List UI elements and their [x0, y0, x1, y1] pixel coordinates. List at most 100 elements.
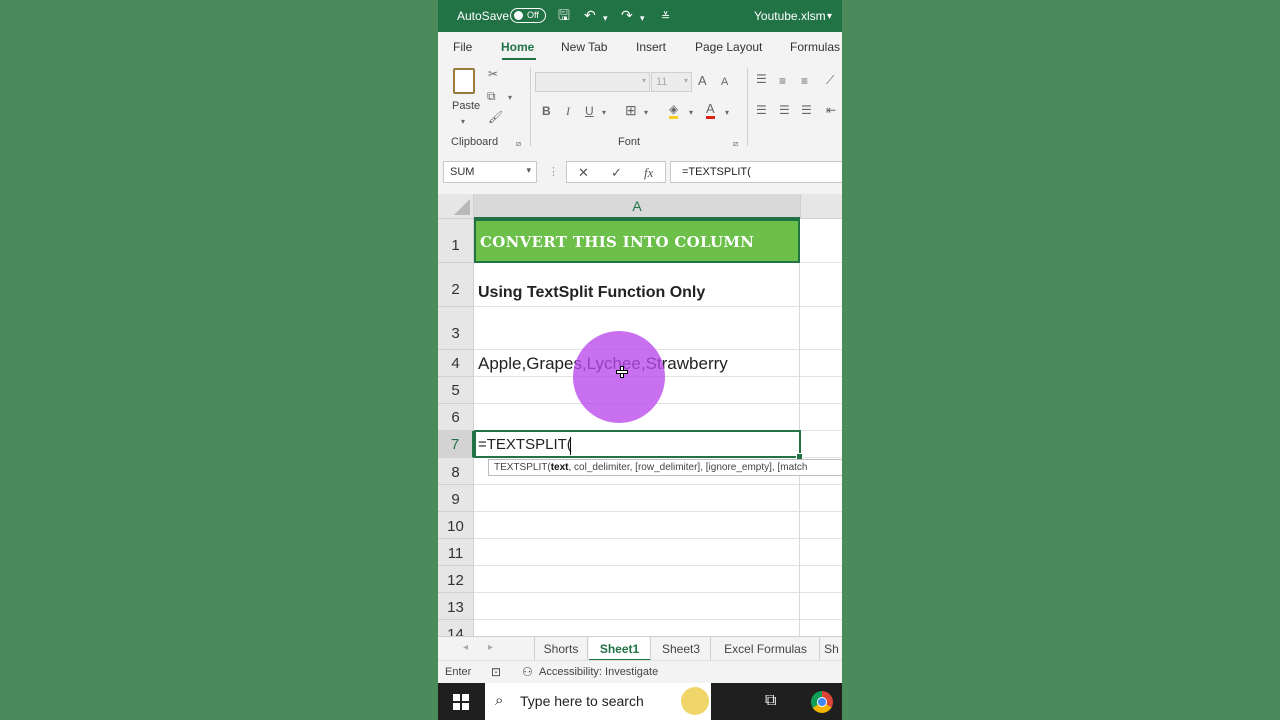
sheet-tab-shorts[interactable]: Shorts	[534, 637, 588, 661]
grow-font-icon[interactable]: A	[698, 74, 707, 88]
redo-dropdown-icon[interactable]: ▾	[640, 10, 645, 26]
search-icon: ⌕	[495, 692, 504, 709]
align-bottom-icon[interactable]: ≡	[801, 74, 808, 88]
toggle-knob	[514, 11, 523, 20]
font-color-dropdown-icon[interactable]: ▾	[725, 106, 729, 120]
tab-file[interactable]: File	[453, 40, 472, 54]
undo-icon[interactable]: ↶	[584, 7, 596, 23]
customize-toolbar-icon[interactable]: ≚	[661, 9, 670, 25]
align-top-icon[interactable]: ☰	[756, 72, 767, 86]
taskbar-search[interactable]: ⌕ Type here to search	[485, 683, 711, 720]
ribbon-home: Paste ▾ ✂ ⧉ ▾ 🖌 Clipboard ⧄ ▾ 11 ▾ A A B…	[438, 62, 842, 151]
font-color-icon[interactable]: A	[706, 102, 715, 119]
column-header-b[interactable]	[800, 194, 842, 219]
format-painter-icon[interactable]: 🖌	[488, 110, 503, 124]
formula-input[interactable]: =TEXTSPLIT(	[670, 161, 842, 183]
cancel-icon[interactable]: ✕	[578, 165, 589, 181]
font-launcher-icon[interactable]: ⧄	[733, 137, 738, 151]
row-header-2[interactable]: 2	[438, 263, 474, 307]
sheet-tab-partial[interactable]: Sh	[821, 637, 842, 661]
row-header-5[interactable]: 5	[438, 377, 474, 404]
tab-page-layout[interactable]: Page Layout	[695, 40, 762, 54]
align-right-icon[interactable]: ☰	[801, 103, 812, 117]
redo-icon[interactable]: ↷	[621, 7, 633, 23]
borders-dropdown-icon[interactable]: ▾	[644, 106, 648, 120]
column-header-a[interactable]: A	[474, 194, 800, 219]
bold-button[interactable]: B	[542, 104, 551, 118]
sheet-tab-sheet1[interactable]: Sheet1	[589, 637, 651, 661]
chrome-icon[interactable]	[811, 691, 833, 713]
underline-button[interactable]: U	[585, 104, 594, 118]
orientation-icon[interactable]: ⟋	[826, 73, 834, 87]
clipboard-launcher-icon[interactable]: ⧄	[516, 137, 521, 151]
autosave-label: AutoSave	[457, 9, 510, 23]
row-header-13[interactable]: 13	[438, 593, 474, 620]
cell-a2[interactable]: Using TextSplit Function Only	[478, 284, 705, 302]
italic-button[interactable]: I	[566, 104, 570, 118]
decrease-indent-icon[interactable]: ⇤	[826, 103, 836, 117]
cell-a1[interactable]: CONVERT THIS INTO COLUMN	[474, 219, 800, 263]
row-header-1[interactable]: 1	[438, 219, 474, 263]
copy-icon[interactable]: ⧉	[487, 89, 496, 103]
font-size-box[interactable]: 11 ▾	[651, 72, 692, 92]
row-header-10[interactable]: 10	[438, 512, 474, 539]
macro-record-icon[interactable]: ⊡	[491, 665, 501, 679]
row-gridline	[474, 511, 842, 512]
row-header-12[interactable]: 12	[438, 566, 474, 593]
row-header-6[interactable]: 6	[438, 404, 474, 431]
row-header-4[interactable]: 4	[438, 350, 474, 377]
autosave-toggle[interactable]: Off	[510, 8, 546, 23]
select-all-triangle-icon	[454, 199, 470, 215]
font-name-box[interactable]: ▾	[535, 72, 650, 92]
font-group-label: Font	[618, 136, 641, 148]
underline-dropdown-icon[interactable]: ▾	[602, 106, 606, 120]
tab-new-tab[interactable]: New Tab	[561, 40, 607, 54]
excel-window: AutoSave Off 🖫 ↶ ▾ ↷ ▾ ≚ Youtube.xlsm ▾ …	[438, 0, 842, 720]
scroll-tabs-left-icon[interactable]: ◂	[463, 642, 468, 653]
borders-icon[interactable]: ⊞	[625, 103, 637, 117]
row-header-14[interactable]: 14	[438, 620, 474, 636]
sheet-tab-excel-formulas[interactable]: Excel Formulas	[712, 637, 820, 661]
row-header-8[interactable]: 8	[438, 458, 474, 485]
autosave-state: Off	[527, 10, 539, 20]
copy-dropdown-icon[interactable]: ▾	[508, 91, 512, 105]
formula-bar-grip-icon[interactable]: ⋮	[548, 165, 559, 178]
save-icon[interactable]: 🖫	[558, 7, 570, 23]
search-placeholder: Type here to search	[520, 693, 644, 709]
align-left-icon[interactable]: ☰	[756, 103, 767, 117]
tab-insert[interactable]: Insert	[636, 40, 666, 54]
row-gridline	[474, 565, 842, 566]
cell-cursor-icon	[616, 366, 628, 378]
fill-color-dropdown-icon[interactable]: ▾	[689, 106, 693, 120]
chevron-down-icon[interactable]: ▾	[827, 9, 832, 25]
row-header-9[interactable]: 9	[438, 485, 474, 512]
row-header-7[interactable]: 7	[438, 431, 474, 458]
function-tooltip[interactable]: TEXTSPLIT(text, col_delimiter, [row_deli…	[488, 459, 842, 476]
align-middle-icon[interactable]: ≡	[779, 74, 786, 88]
accessibility-status[interactable]: Accessibility: Investigate	[539, 666, 658, 678]
undo-dropdown-icon[interactable]: ▾	[603, 10, 608, 26]
sheet-tab-sheet3[interactable]: Sheet3	[652, 637, 711, 661]
row-gridline	[474, 306, 842, 307]
enter-icon[interactable]: ✓	[611, 165, 622, 181]
align-center-icon[interactable]: ☰	[779, 103, 790, 117]
select-all-corner[interactable]	[438, 194, 474, 219]
fill-color-icon[interactable]: ◈	[669, 102, 679, 119]
tab-home[interactable]: Home	[501, 40, 534, 54]
paste-button[interactable]: Paste ▾	[450, 66, 480, 126]
row-header-11[interactable]: 11	[438, 539, 474, 566]
cell-a7-edit[interactable]: =TEXTSPLIT(	[478, 436, 572, 453]
cut-icon[interactable]: ✂	[488, 67, 498, 81]
name-box[interactable]: SUM ▾	[443, 161, 537, 183]
windows-start-icon[interactable]	[453, 694, 469, 710]
task-view-icon[interactable]: ⧉	[765, 692, 776, 710]
worksheet-grid[interactable]: A 1 2 3 4 5 6 7 8 9 10 11 12 13 14 CONVE…	[438, 194, 842, 636]
tab-formulas[interactable]: Formulas	[790, 40, 840, 54]
insert-function-icon[interactable]: fx	[644, 165, 653, 181]
row-gridline	[474, 484, 842, 485]
shrink-font-icon[interactable]: A	[721, 75, 728, 89]
accessibility-icon[interactable]: ⚇	[522, 665, 533, 679]
file-name[interactable]: Youtube.xlsm	[754, 9, 826, 23]
scroll-tabs-right-icon[interactable]: ▸	[488, 642, 493, 653]
row-header-3[interactable]: 3	[438, 307, 474, 350]
